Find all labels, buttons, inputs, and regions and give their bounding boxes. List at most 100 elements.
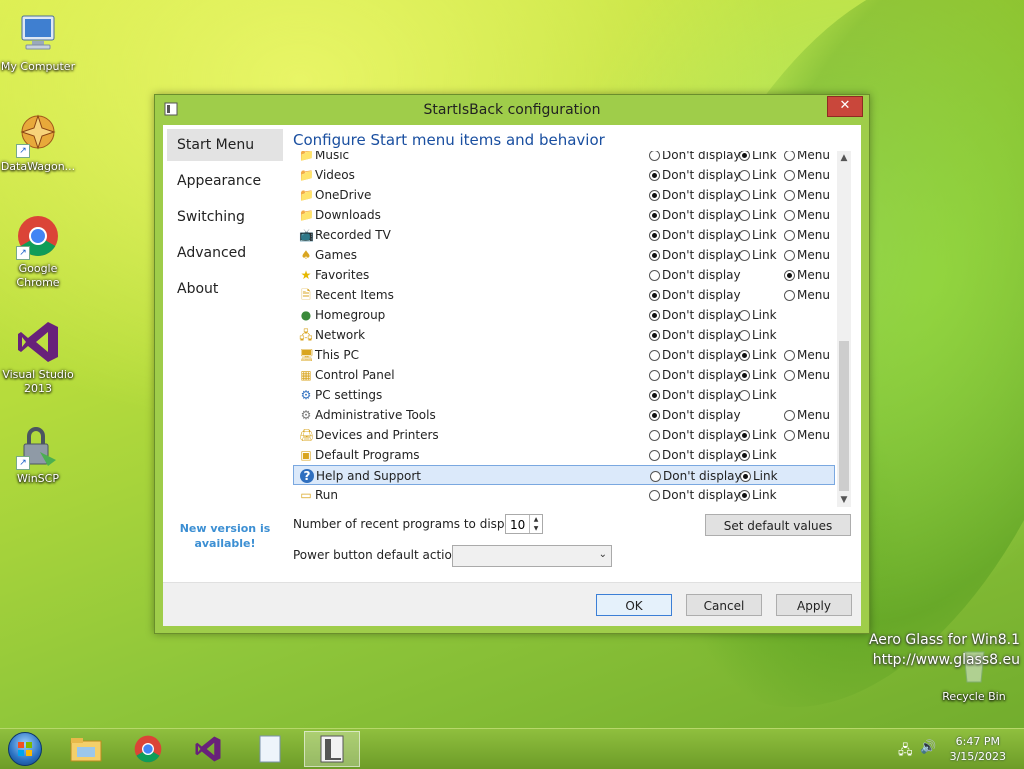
taskbar-chrome[interactable]	[120, 731, 176, 767]
radio-button-icon[interactable]	[784, 151, 795, 161]
cancel-button[interactable]: Cancel	[686, 594, 762, 616]
new-version-link[interactable]: New version is available!	[175, 521, 275, 551]
list-item[interactable]: 📺 Recorded TV Don't display Link Menu	[293, 225, 835, 245]
radio-button-icon[interactable]	[649, 390, 660, 401]
taskbar-notepad[interactable]	[242, 731, 298, 767]
set-default-values-button[interactable]: Set default values	[705, 514, 851, 536]
option-dont[interactable]: Don't display	[650, 469, 742, 483]
radio-button-icon[interactable]	[739, 450, 750, 461]
radio-button-icon[interactable]	[649, 330, 660, 341]
radio-button-icon[interactable]	[739, 230, 750, 241]
option-link[interactable]: Link	[739, 448, 777, 462]
option-menu[interactable]: Menu	[784, 288, 830, 302]
option-menu[interactable]: Menu	[784, 248, 830, 262]
radio-button-icon[interactable]	[649, 250, 660, 261]
list-item[interactable]: ▣ Default Programs Don't display Link	[293, 445, 835, 465]
radio-button-icon[interactable]	[649, 230, 660, 241]
taskbar-startisback-config[interactable]	[304, 731, 360, 767]
radio-button-icon[interactable]	[739, 430, 750, 441]
list-item[interactable]: ? Help and Support Don't display Link	[293, 465, 835, 485]
option-dont[interactable]: Don't display	[649, 328, 741, 342]
radio-button-icon[interactable]	[784, 170, 795, 181]
list-item[interactable]: ▭ Run Don't display Link	[293, 485, 835, 505]
list-item[interactable]: ▦ Control Panel Don't display Link Menu	[293, 365, 835, 385]
list-item[interactable]: 📁 Videos Don't display Link Menu	[293, 165, 835, 185]
radio-button-icon[interactable]	[649, 210, 660, 221]
radio-button-icon[interactable]	[650, 471, 661, 482]
option-link[interactable]: Link	[739, 228, 777, 242]
radio-button-icon[interactable]	[649, 170, 660, 181]
desktop-icon-my-computer[interactable]: My Computer	[0, 10, 76, 74]
radio-button-icon[interactable]	[784, 210, 795, 221]
taskbar-file-explorer[interactable]	[58, 731, 114, 767]
desktop-icon-datawagon[interactable]: ↗ DataWagon...	[0, 110, 76, 174]
radio-button-icon[interactable]	[784, 430, 795, 441]
option-menu[interactable]: Menu	[784, 151, 830, 162]
radio-button-icon[interactable]	[739, 350, 750, 361]
option-menu[interactable]: Menu	[784, 228, 830, 242]
sidebar-item-about[interactable]: About	[167, 273, 283, 305]
radio-button-icon[interactable]	[739, 190, 750, 201]
option-link[interactable]: Link	[739, 488, 777, 502]
option-dont[interactable]: Don't display	[649, 308, 741, 322]
scroll-down-arrow-icon[interactable]: ▼	[837, 493, 851, 507]
option-link[interactable]: Link	[739, 308, 777, 322]
radio-button-icon[interactable]	[649, 270, 660, 281]
radio-button-icon[interactable]	[649, 370, 660, 381]
sidebar-item-appearance[interactable]: Appearance	[167, 165, 283, 197]
option-dont[interactable]: Don't display	[649, 408, 741, 422]
taskbar-visual-studio[interactable]	[180, 731, 236, 767]
sidebar-item-switching[interactable]: Switching	[167, 201, 283, 233]
desktop-icon-visual-studio[interactable]: Visual Studio 2013	[0, 318, 76, 396]
option-link[interactable]: Link	[739, 188, 777, 202]
radio-button-icon[interactable]	[739, 250, 750, 261]
radio-button-icon[interactable]	[649, 450, 660, 461]
radio-button-icon[interactable]	[739, 310, 750, 321]
radio-button-icon[interactable]	[784, 250, 795, 261]
option-dont[interactable]: Don't display	[649, 388, 741, 402]
list-item[interactable]: ⚙ Administrative Tools Don't display Menu	[293, 405, 835, 425]
option-menu[interactable]: Menu	[784, 268, 830, 282]
radio-button-icon[interactable]	[739, 490, 750, 501]
radio-button-icon[interactable]	[739, 370, 750, 381]
list-item[interactable]: 📁 Downloads Don't display Link Menu	[293, 205, 835, 225]
list-item[interactable]: 📁 Music Don't display Link Menu	[293, 151, 835, 165]
apply-button[interactable]: Apply	[776, 594, 852, 616]
radio-button-icon[interactable]	[649, 151, 660, 161]
scroll-up-arrow-icon[interactable]: ▲	[837, 151, 851, 165]
radio-button-icon[interactable]	[739, 151, 750, 161]
volume-icon[interactable]: 🔊	[920, 740, 936, 755]
scroll-thumb[interactable]	[839, 341, 849, 491]
option-menu[interactable]: Menu	[784, 348, 830, 362]
recent-programs-spinner[interactable]: 10 ▲ ▼	[505, 514, 543, 534]
close-button[interactable]: ✕	[827, 96, 863, 117]
radio-button-icon[interactable]	[784, 370, 795, 381]
radio-button-icon[interactable]	[649, 490, 660, 501]
option-menu[interactable]: Menu	[784, 428, 830, 442]
list-item[interactable]: 📁 OneDrive Don't display Link Menu	[293, 185, 835, 205]
option-link[interactable]: Link	[740, 469, 778, 483]
option-dont[interactable]: Don't display	[649, 151, 741, 162]
list-item[interactable]: 🖥 This PC Don't display Link Menu	[293, 345, 835, 365]
radio-button-icon[interactable]	[784, 350, 795, 361]
list-item[interactable]: ⚙ PC settings Don't display Link	[293, 385, 835, 405]
option-dont[interactable]: Don't display	[649, 268, 741, 282]
power-button-action-select[interactable]: ⌄	[452, 545, 612, 567]
option-link[interactable]: Link	[739, 348, 777, 362]
radio-button-icon[interactable]	[649, 430, 660, 441]
radio-button-icon[interactable]	[649, 190, 660, 201]
option-dont[interactable]: Don't display	[649, 448, 741, 462]
list-item[interactable]: ♠ Games Don't display Link Menu	[293, 245, 835, 265]
option-dont[interactable]: Don't display	[649, 428, 741, 442]
list-item[interactable]: 🖧 Network Don't display Link	[293, 325, 835, 345]
option-menu[interactable]: Menu	[784, 208, 830, 222]
option-menu[interactable]: Menu	[784, 408, 830, 422]
option-link[interactable]: Link	[739, 208, 777, 222]
radio-button-icon[interactable]	[784, 230, 795, 241]
radio-button-icon[interactable]	[649, 290, 660, 301]
desktop-icon-winscp[interactable]: ↗ WinSCP	[0, 422, 76, 486]
desktop-icon-google-chrome[interactable]: ↗ Google Chrome	[0, 212, 76, 290]
option-link[interactable]: Link	[739, 428, 777, 442]
option-menu[interactable]: Menu	[784, 168, 830, 182]
radio-button-icon[interactable]	[784, 410, 795, 421]
